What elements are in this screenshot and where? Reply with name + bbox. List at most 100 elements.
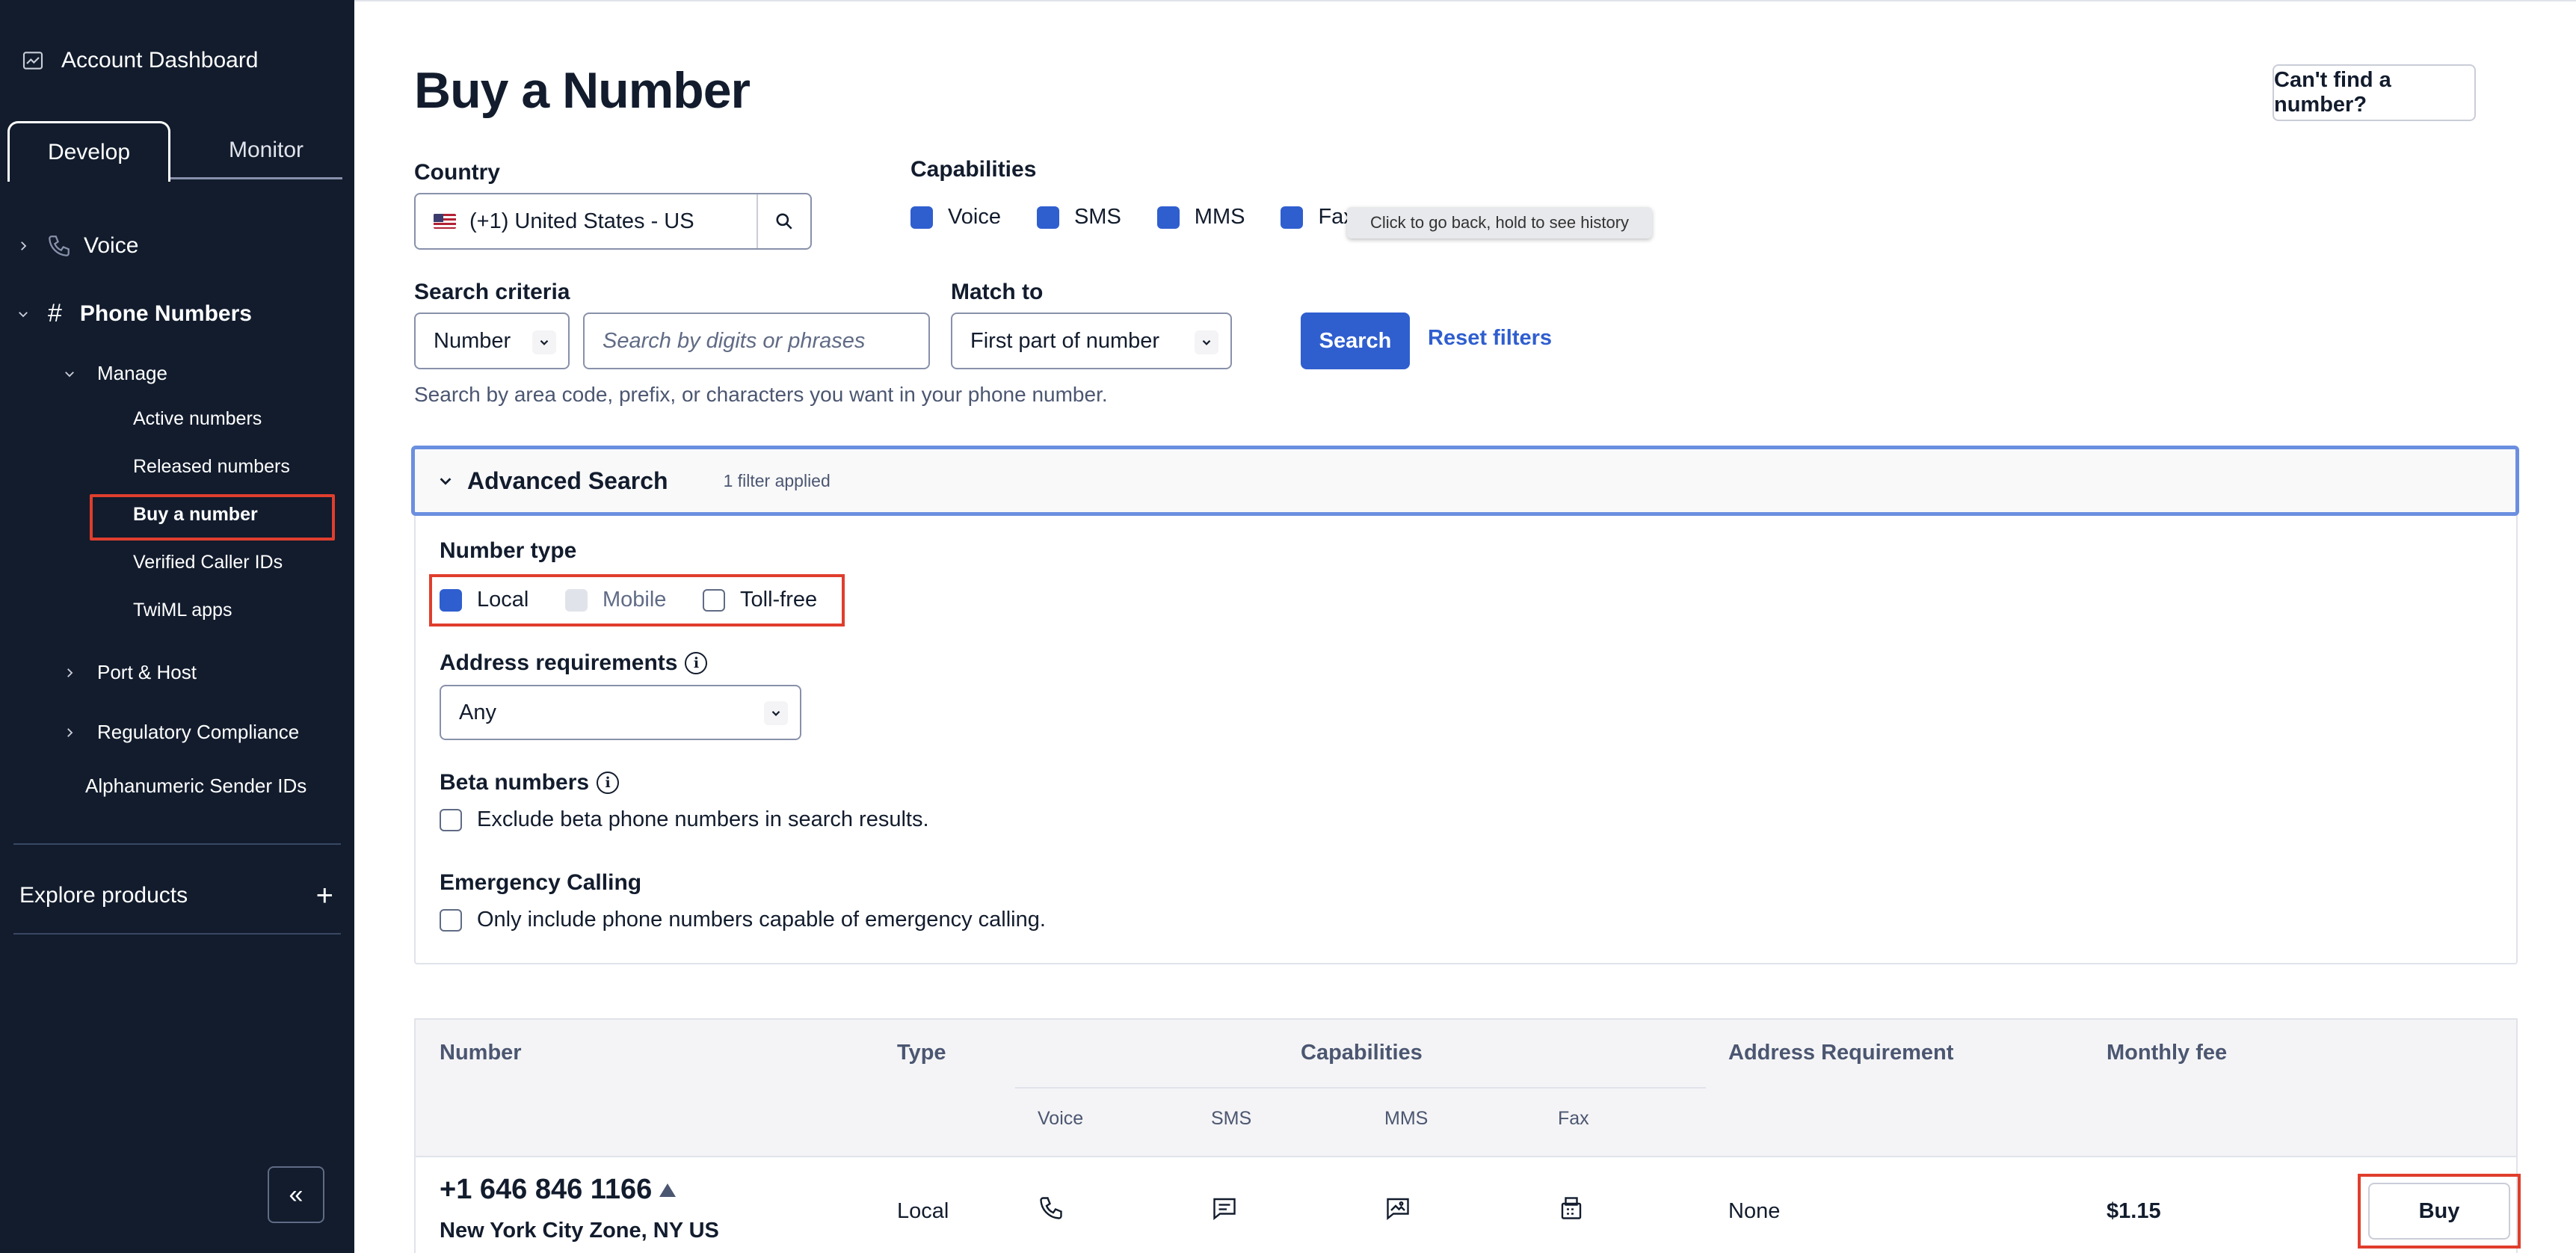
search-criteria-value: Number [434, 328, 511, 353]
number-type-mobile-checkbox[interactable]: Mobile [565, 588, 666, 612]
match-to-select[interactable]: First part of number [951, 313, 1232, 369]
advanced-search-title: Advanced Search [467, 467, 668, 494]
voice-capability-icon [1040, 1197, 1062, 1219]
option-label: Mobile [603, 588, 667, 612]
sidebar-item-label: Regulatory Compliance [97, 721, 300, 743]
double-chevron-left-icon: « [289, 1180, 303, 1209]
capabilities-group: Voice SMS MMS Fax [910, 205, 1390, 230]
capability-label: SMS [1073, 205, 1121, 229]
phone-location: New York City Zone, NY US [440, 1219, 719, 1243]
triangle-up-icon [659, 1183, 677, 1197]
search-button[interactable]: Search [1301, 313, 1410, 369]
sidebar-item-manage[interactable]: Manage [63, 362, 167, 385]
address-requirements-select[interactable]: Any [440, 685, 801, 740]
us-flag-icon [434, 214, 456, 229]
chevron-right-icon [67, 727, 73, 737]
fax-capability-icon [1561, 1197, 1582, 1219]
country-value: (+1) United States - US [416, 194, 757, 248]
column-header-fax: Fax [1558, 1108, 1589, 1129]
sidebar-item-active-numbers[interactable]: Active numbers [133, 408, 262, 430]
search-input[interactable]: Search by digits or phrases [583, 313, 930, 369]
sidebar-item-label: Voice [84, 233, 139, 258]
explore-products[interactable]: Explore products + [19, 881, 333, 911]
beta-numbers-text: Beta numbers [440, 770, 590, 795]
column-header-type: Type [897, 1041, 946, 1065]
column-header-voice: Voice [1038, 1108, 1084, 1129]
capabilities-label: Capabilities [910, 157, 1037, 182]
column-header-number: Number [440, 1041, 522, 1065]
checkbox-checked [910, 206, 933, 229]
sidebar-item-label: Port & Host [97, 661, 197, 683]
mms-capability-icon [1387, 1198, 1409, 1220]
chevron-right-icon [67, 668, 73, 677]
address-requirements-label: Address requirements i [440, 650, 708, 676]
sidebar-divider [13, 843, 341, 845]
explore-products-label: Explore products [19, 883, 188, 908]
option-label: Local [477, 588, 529, 612]
sidebar-item-port-host[interactable]: Port & Host [63, 661, 197, 684]
column-header-capabilities: Capabilities [1301, 1041, 1423, 1065]
sidebar-item-regulatory-compliance[interactable]: Regulatory Compliance [63, 721, 299, 744]
sms-capability-icon [1213, 1198, 1236, 1220]
sidebar-item-buy-a-number[interactable]: Buy a number [133, 504, 258, 526]
number-type-tollfree-checkbox[interactable]: Toll-free [703, 588, 817, 612]
collapse-sidebar-button[interactable]: « [268, 1166, 324, 1223]
country-text: (+1) United States - US [469, 209, 694, 233]
buy-button[interactable]: Buy [2368, 1183, 2510, 1240]
sidebar-item-twiml-apps[interactable]: TwiML apps [133, 600, 232, 621]
search-icon [776, 213, 792, 230]
sidebar-item-released-numbers[interactable]: Released numbers [133, 456, 290, 478]
sidebar-item-label: Manage [97, 362, 167, 384]
plus-icon[interactable]: + [316, 881, 333, 911]
account-dashboard-link[interactable]: Account Dashboard [21, 48, 259, 73]
number-type-local-checkbox[interactable]: Local [440, 588, 529, 612]
sidebar-tabs: Develop Monitor [7, 121, 342, 182]
dashboard-icon [22, 52, 43, 70]
checkbox-disabled [565, 588, 588, 612]
advanced-search-toggle[interactable]: Advanced Search 1 filter applied [411, 446, 2519, 516]
country-select[interactable]: (+1) United States - US [414, 193, 812, 250]
exclude-beta-checkbox[interactable]: Exclude beta phone numbers in search res… [440, 807, 929, 832]
chevron-down-icon [532, 330, 556, 354]
info-icon[interactable]: i [685, 652, 708, 674]
capability-voice-checkbox[interactable]: Voice [910, 205, 1001, 230]
column-header-sms: SMS [1211, 1108, 1252, 1129]
chevron-down-icon [440, 478, 452, 485]
sidebar-item-alphanumeric-sender-ids[interactable]: Alphanumeric Sender IDs [85, 775, 306, 798]
reset-filters-link[interactable]: Reset filters [1428, 326, 1552, 351]
option-label: Exclude beta phone numbers in search res… [477, 807, 929, 831]
sidebar-divider [13, 933, 341, 935]
option-label: Only include phone numbers capable of em… [477, 908, 1046, 932]
capability-sms-checkbox[interactable]: SMS [1036, 205, 1121, 230]
column-header-monthly-fee: Monthly fee [2107, 1041, 2228, 1065]
cant-find-number-button[interactable]: Can't find a number? [2273, 64, 2476, 121]
info-icon[interactable]: i [597, 772, 620, 794]
capability-label: Voice [948, 205, 1001, 229]
capability-mms-checkbox[interactable]: MMS [1156, 205, 1245, 230]
option-label: Toll-free [740, 588, 818, 612]
number-type-label: Number type [440, 538, 577, 563]
emergency-calling-label: Emergency Calling [440, 870, 642, 895]
country-search-button[interactable] [757, 194, 810, 248]
tab-monitor[interactable]: Monitor [184, 121, 348, 179]
match-to-value: First part of number [970, 328, 1160, 353]
beta-numbers-label: Beta numbers i [440, 770, 620, 795]
emergency-calling-checkbox[interactable]: Only include phone numbers capable of em… [440, 908, 1046, 932]
sidebar-item-verified-caller-ids[interactable]: Verified Caller IDs [133, 552, 283, 573]
checkbox-checked [1036, 206, 1059, 229]
chevron-right-icon [21, 241, 27, 250]
sidebar-item-label: Phone Numbers [79, 301, 252, 326]
chevron-down-icon [65, 371, 74, 377]
checkbox-checked [440, 588, 462, 612]
main-content: Buy a Number Can't find a number? Countr… [354, 0, 2576, 1253]
tab-develop[interactable]: Develop [7, 121, 170, 182]
search-criteria-select[interactable]: Number [414, 313, 570, 369]
sidebar-item-voice[interactable]: Voice [16, 233, 138, 259]
column-header-mms: MMS [1384, 1108, 1429, 1129]
page-title: Buy a Number [414, 62, 751, 119]
checkbox-unchecked [440, 808, 462, 831]
monthly-fee-value: $1.15 [2107, 1199, 2161, 1223]
sidebar-item-phone-numbers[interactable]: # Phone Numbers [16, 299, 252, 328]
phone-number-text: +1 646 846 1166 [440, 1174, 653, 1205]
capability-fax-checkbox[interactable]: Fax [1281, 205, 1355, 230]
